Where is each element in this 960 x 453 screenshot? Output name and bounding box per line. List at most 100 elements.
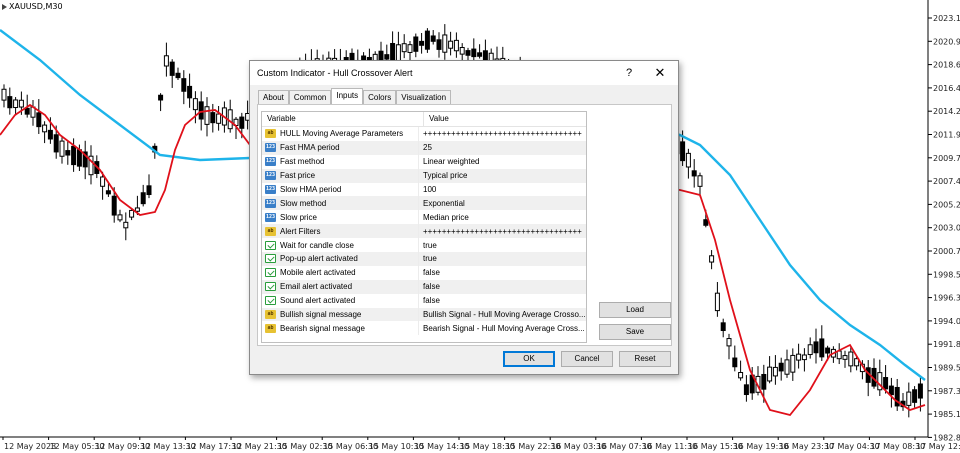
string-type-icon: ab (265, 129, 276, 139)
param-variable-cell: 123 Fast method (262, 154, 419, 169)
tab-common[interactable]: Common (288, 90, 332, 104)
candle-body (790, 354, 796, 373)
param-value[interactable]: 100 (419, 185, 436, 194)
param-name: Wait for candle close (280, 240, 354, 250)
candle-body (917, 383, 923, 399)
param-row[interactable]: 123 Slow HMA period 100 (262, 182, 586, 197)
candle-body (709, 255, 715, 263)
candle-body (836, 350, 842, 360)
param-row[interactable]: Mobile alert activated false (262, 265, 586, 280)
param-value[interactable]: ++++++++++++++++++++++++++++++++++ (419, 129, 582, 138)
param-value[interactable]: Linear weighted (419, 157, 479, 166)
price-tick-label: 1989.55 (933, 364, 960, 373)
ok-button[interactable]: OK (503, 351, 555, 367)
candle-body (761, 373, 767, 390)
price-tick-label: 2018.65 (933, 61, 960, 70)
param-value[interactable]: true (419, 254, 437, 263)
candle-body (465, 50, 471, 56)
save-button[interactable]: Save (599, 324, 671, 340)
param-row[interactable]: 123 Fast method Linear weighted (262, 154, 586, 169)
candle-body (395, 44, 401, 62)
tab-inputs[interactable]: Inputs (331, 88, 364, 105)
candle-body (796, 353, 802, 361)
reset-button[interactable]: Reset (619, 351, 671, 367)
param-row[interactable]: 123 Fast HMA period 25 (262, 140, 586, 155)
candle-body (888, 385, 894, 396)
string-type-icon: ab (265, 323, 276, 333)
tab-colors[interactable]: Colors (363, 90, 397, 104)
number-type-icon: 123 (265, 185, 276, 194)
param-row[interactable]: 123 Fast price Typical price (262, 168, 586, 183)
param-value[interactable]: Median price (419, 213, 469, 222)
dialog-titlebar[interactable]: Custom Indicator - Hull Crossover Alert … (250, 61, 678, 85)
tab-about[interactable]: About (258, 90, 289, 104)
bool-type-icon (265, 268, 276, 278)
candle-body (430, 35, 436, 42)
param-variable-cell: 123 Slow method (262, 196, 419, 211)
param-value[interactable]: false (419, 268, 440, 277)
param-value[interactable]: true (419, 241, 437, 250)
param-value[interactable]: ++++++++++++++++++++++++++++++++++ (419, 227, 582, 236)
candle-body (778, 362, 784, 372)
param-row[interactable]: 123 Slow method Exponential (262, 196, 586, 211)
candle-body (169, 61, 175, 76)
indicator-dialog: Custom Indicator - Hull Crossover Alert … (249, 60, 679, 375)
candle-body (111, 195, 117, 216)
candle-body (424, 30, 430, 50)
candle-body (210, 112, 216, 124)
param-row[interactable]: ab Alert Filters +++++++++++++++++++++++++… (262, 224, 586, 239)
param-value[interactable]: Exponential (419, 199, 465, 208)
param-value[interactable]: Bearish Signal - Hull Moving Average Cro… (419, 324, 585, 333)
param-value[interactable]: Typical price (419, 171, 467, 180)
param-row[interactable]: 123 Slow price Median price (262, 210, 586, 225)
candle-body (883, 377, 889, 390)
param-row[interactable]: ab HULL Moving Average Parameters ++++++++… (262, 127, 586, 141)
param-row[interactable]: ab Bearish signal message Bearish Signal -… (262, 321, 586, 336)
param-name: Alert Filters (280, 226, 321, 236)
string-type-icon: ab (265, 226, 276, 236)
load-button[interactable]: Load (599, 302, 671, 318)
param-row[interactable]: Wait for candle close true (262, 238, 586, 253)
param-name: Slow HMA period (280, 185, 342, 194)
candle-body (390, 42, 396, 61)
param-row[interactable]: Email alert activated false (262, 279, 586, 294)
symbol-text: XAUUSD,M30 (9, 2, 63, 11)
dialog-tabs: About Common Inputs Colors Visualization (258, 88, 452, 105)
param-variable-cell: ab Bullish signal message (262, 307, 419, 322)
candle-body (181, 78, 187, 92)
price-tick-label: 2009.70 (933, 154, 960, 163)
candle-body (448, 40, 454, 49)
param-row[interactable]: Sound alert activated false (262, 293, 586, 308)
price-tick-label: 1994.05 (933, 317, 960, 326)
param-value[interactable]: false (419, 296, 440, 305)
param-row[interactable]: ab Bullish signal message Bullish Signal -… (262, 307, 586, 322)
param-value[interactable]: Bullish Signal - Hull Moving Average Cro… (419, 310, 586, 319)
candle-body (477, 52, 483, 57)
param-value[interactable]: false (419, 282, 440, 291)
candle-body (239, 116, 245, 129)
cancel-button[interactable]: Cancel (561, 351, 613, 367)
tab-visualization[interactable]: Visualization (396, 90, 452, 104)
price-tick-label: 2014.20 (933, 107, 960, 116)
candle-body (419, 40, 425, 46)
grid-header: Variable Value (262, 112, 586, 127)
param-value[interactable]: 25 (419, 143, 432, 152)
candle-body (47, 129, 53, 140)
candle-body (442, 34, 448, 53)
close-icon[interactable]: ✕ (652, 65, 668, 81)
price-tick-label: 2020.90 (933, 37, 960, 46)
number-type-icon: 123 (265, 212, 276, 222)
param-name: Bullish signal message (280, 310, 362, 320)
param-name: Fast method (280, 157, 325, 167)
candle-body (743, 384, 749, 396)
candle-body (158, 94, 164, 101)
help-button[interactable]: ? (621, 65, 637, 81)
candle-body (76, 149, 82, 167)
param-name: Fast HMA period (280, 143, 340, 153)
candle-body (767, 366, 773, 382)
candle-body (216, 113, 222, 124)
param-row[interactable]: Pop-up alert activated true (262, 252, 586, 266)
candle-body (726, 338, 732, 347)
price-tick-label: 1991.80 (933, 340, 960, 349)
param-variable-cell: 123 Slow price (262, 210, 419, 225)
